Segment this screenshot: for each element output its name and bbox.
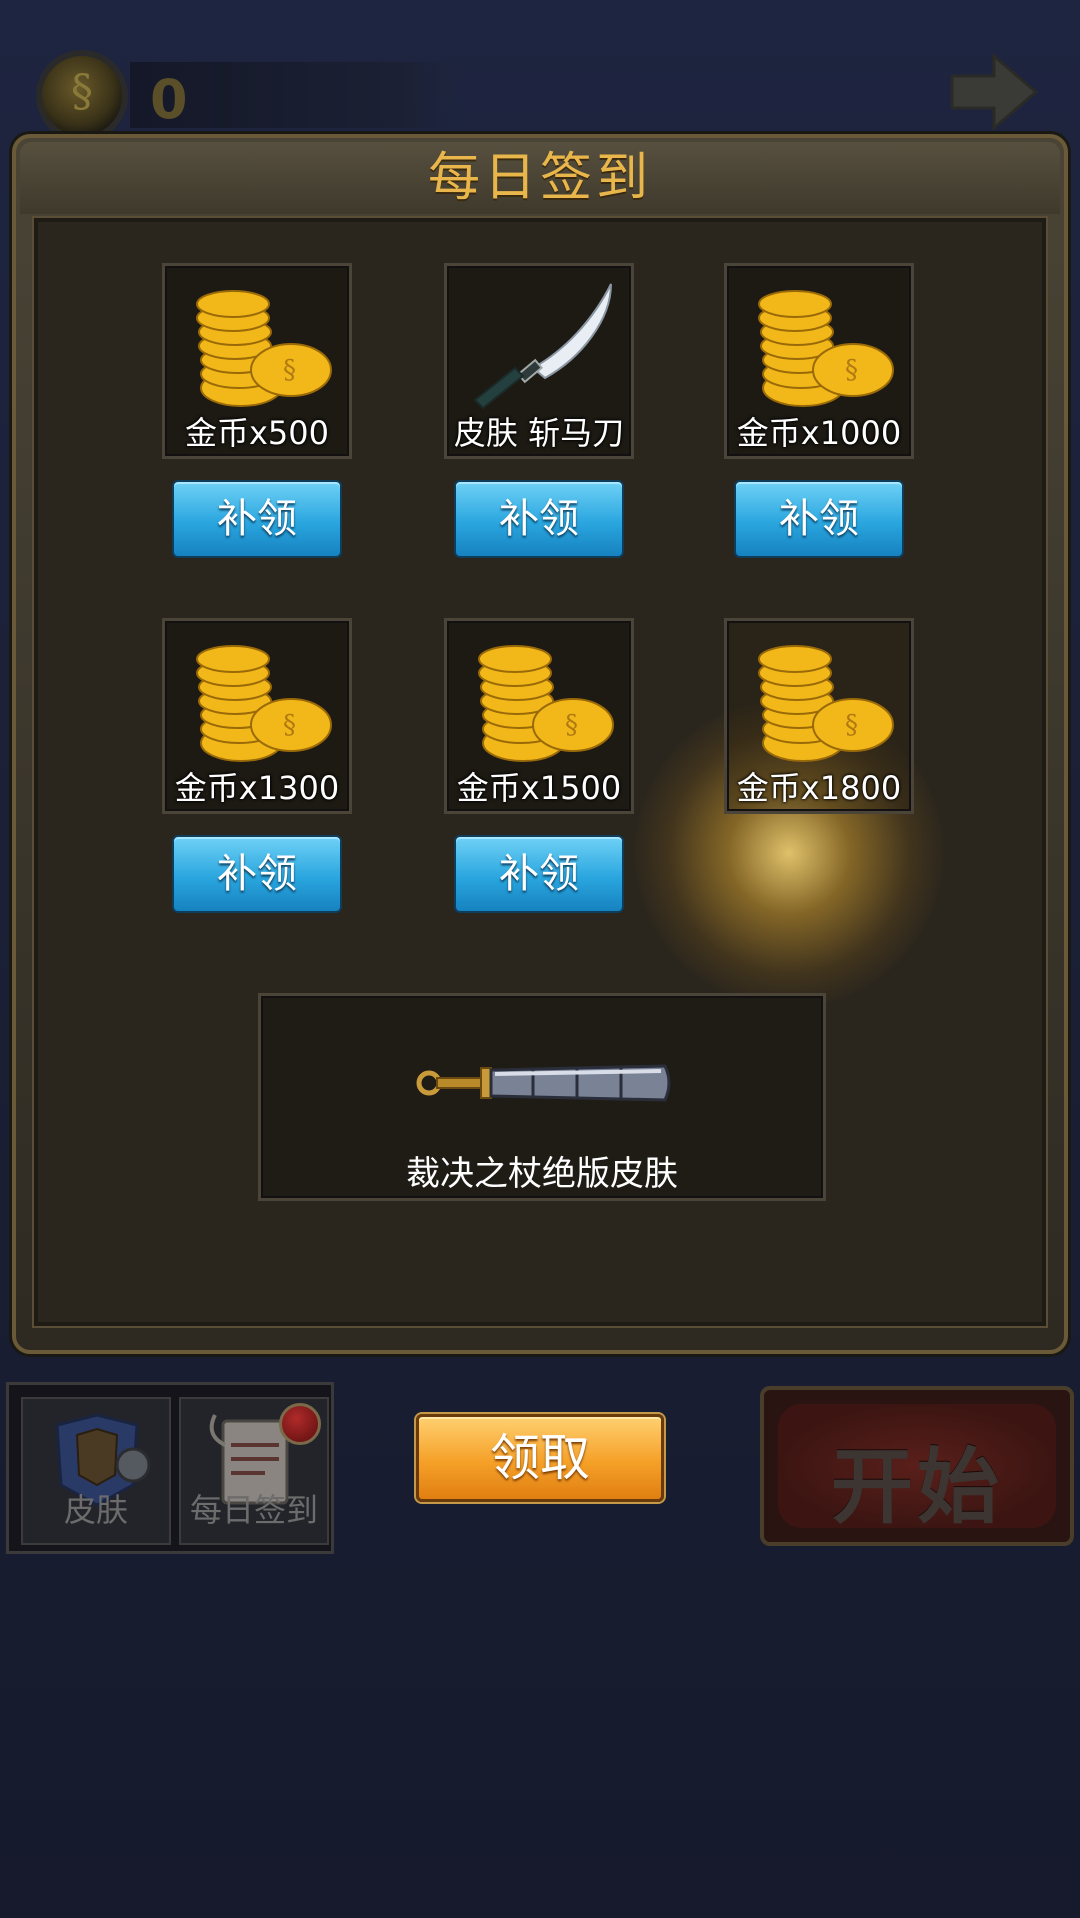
claim-button-day-2[interactable]: 补领 [454,480,624,558]
coins-icon: § [196,645,332,762]
reward-label: 金币x1300 [174,769,340,807]
staff-icon [416,1064,671,1102]
gold-coin-icon [36,50,128,142]
final-reward-label: 裁决之杖绝版皮肤 [406,1154,678,1194]
tab-daily-signin[interactable]: 每日签到 [179,1397,329,1545]
reward-day-2: 皮肤 斩马刀 [444,263,634,459]
svg-text:§: § [283,355,296,385]
reward-day-1: § 金币x500 [162,263,352,459]
coins-icon: § [758,645,894,762]
reward-day-4: § 金币x1300 [162,618,352,814]
arrow-right-icon[interactable] [948,52,1040,132]
reward-label: 金币x500 [184,414,330,452]
tab-label: 每日签到 [189,1491,318,1529]
coins-icon: § [478,645,614,762]
svg-text:§: § [565,710,578,740]
final-reward: 裁决之杖绝版皮肤 [258,993,826,1201]
notification-badge [279,1403,321,1445]
receive-button[interactable]: 领取 [416,1414,664,1502]
tab-skin[interactable]: 皮肤 [21,1397,171,1545]
bottom-tab-bar: 皮肤 每日签到 [6,1382,334,1554]
start-label: 开始 [830,1440,1003,1535]
coins-icon: § [758,290,894,407]
svg-text:§: § [283,710,296,740]
reward-label: 皮肤 斩马刀 [453,414,625,452]
reward-day-6-highlighted[interactable]: § 金币x1800 [724,618,914,814]
claim-button-day-4[interactable]: 补领 [172,835,342,913]
panel-title: 每日签到 [427,148,652,208]
reward-label: 金币x1000 [736,414,902,452]
reward-label: 金币x1500 [456,769,622,807]
coins-icon: § [196,290,332,407]
panel-header: 每日签到 [20,142,1060,214]
reward-day-3: § 金币x1000 [724,263,914,459]
start-button[interactable]: 开始 [760,1386,1074,1546]
claim-button-day-3[interactable]: 补领 [734,480,904,558]
tab-label: 皮肤 [63,1491,128,1529]
svg-text:§: § [845,355,858,385]
coin-balance: 0 [30,48,460,144]
claim-button-day-1[interactable]: 补领 [172,480,342,558]
reward-label: 金币x1800 [736,769,902,807]
coin-count: 0 [150,68,188,131]
sword-icon [473,283,612,410]
claim-button-day-5[interactable]: 补领 [454,835,624,913]
reward-day-5: § 金币x1500 [444,618,634,814]
svg-text:§: § [845,710,858,740]
daily-signin-panel: 每日签到 § 金币x500 皮肤 斩马刀 § 金币x1000 补领 补领 补领 … [12,134,1068,1354]
rewards-area: § 金币x500 皮肤 斩马刀 § 金币x1000 补领 补领 补领 § 金币x… [32,216,1048,1328]
